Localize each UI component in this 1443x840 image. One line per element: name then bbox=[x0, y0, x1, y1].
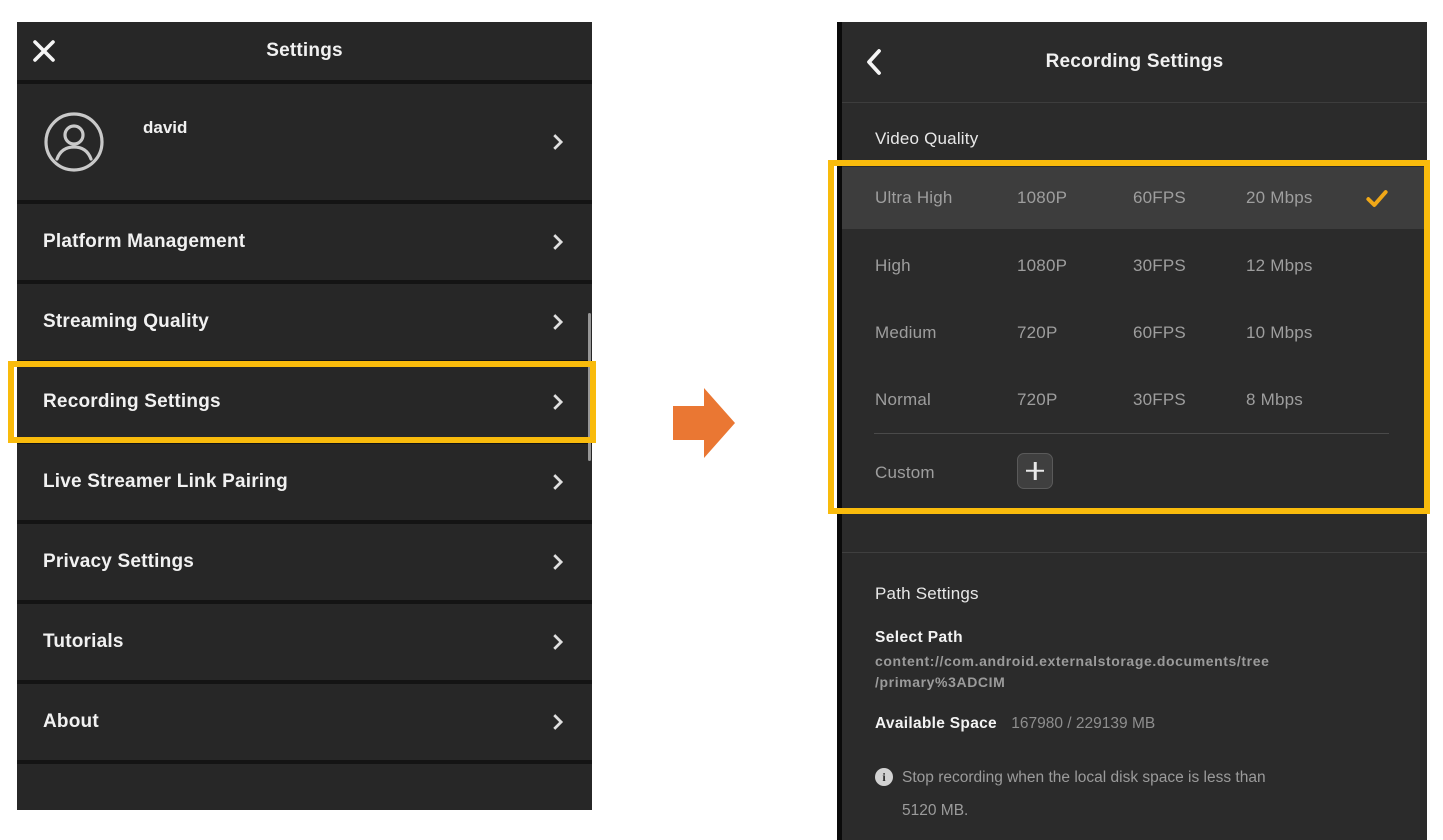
chevron-right-icon bbox=[546, 471, 568, 493]
recording-settings-title: Recording Settings bbox=[842, 51, 1427, 73]
quality-bitrate: 20 Mbps bbox=[1246, 188, 1364, 208]
chevron-right-icon bbox=[546, 551, 568, 573]
menu-label: Privacy Settings bbox=[43, 551, 194, 573]
sidebar-item-about[interactable]: About bbox=[17, 684, 592, 760]
quality-fps: 30FPS bbox=[1133, 390, 1246, 410]
quality-bitrate: 10 Mbps bbox=[1246, 323, 1364, 343]
page: Settings david Platform Management bbox=[0, 0, 1443, 840]
scrollbar-thumb[interactable] bbox=[588, 313, 591, 461]
back-chevron-icon bbox=[862, 48, 886, 76]
close-icon bbox=[31, 38, 57, 64]
quality-name: Normal bbox=[875, 390, 1017, 410]
selected-path-value: content://com.android.externalstorage.do… bbox=[875, 651, 1427, 693]
close-button[interactable] bbox=[17, 22, 71, 80]
user-name: david bbox=[143, 118, 187, 138]
menu-label: About bbox=[43, 711, 99, 733]
user-avatar-icon bbox=[43, 111, 105, 173]
recording-settings-panel: Recording Settings Video Quality Ultra H… bbox=[837, 22, 1427, 840]
quality-name: High bbox=[875, 256, 1017, 276]
sidebar-item-recording-settings[interactable]: Recording Settings bbox=[17, 364, 592, 440]
select-path-label: Select Path bbox=[875, 629, 1427, 647]
path-line-1: content://com.android.externalstorage.do… bbox=[875, 651, 1407, 672]
quality-row-normal[interactable]: Normal 720P 30FPS 8 Mbps bbox=[842, 366, 1427, 433]
quality-fps: 60FPS bbox=[1133, 323, 1246, 343]
chevron-right-icon bbox=[546, 391, 568, 413]
back-button[interactable] bbox=[842, 22, 906, 102]
user-account-row[interactable]: david bbox=[17, 84, 592, 200]
available-space-label: Available Space bbox=[875, 715, 997, 732]
settings-header: Settings bbox=[17, 22, 592, 80]
chevron-right-icon bbox=[546, 711, 568, 733]
path-line-2: /primary%3ADCIM bbox=[875, 672, 1407, 693]
available-space-row: Available Space 167980 / 229139 MB bbox=[875, 715, 1427, 733]
menu-label: Tutorials bbox=[43, 631, 124, 653]
video-quality-table: Ultra High 1080P 60FPS 20 Mbps High 1080… bbox=[842, 167, 1427, 513]
menu-label: Recording Settings bbox=[43, 391, 221, 413]
quality-name: Custom bbox=[875, 463, 1017, 483]
quality-name: Medium bbox=[875, 323, 1017, 343]
quality-resolution: 720P bbox=[1017, 323, 1133, 343]
selected-check-icon bbox=[1364, 185, 1390, 211]
add-custom-quality-button[interactable] bbox=[1017, 453, 1053, 489]
video-quality-section-label: Video Quality bbox=[875, 129, 1427, 151]
path-settings-section-label: Path Settings bbox=[875, 584, 1427, 606]
recording-settings-header: Recording Settings bbox=[842, 22, 1427, 103]
menu-label: Platform Management bbox=[43, 231, 245, 253]
note-line-2: 5120 MB. bbox=[902, 802, 968, 819]
quality-resolution: 720P bbox=[1017, 390, 1133, 410]
quality-fps: 60FPS bbox=[1133, 188, 1246, 208]
sidebar-item-streaming-quality[interactable]: Streaming Quality bbox=[17, 284, 592, 360]
chevron-right-icon bbox=[546, 311, 568, 333]
sidebar-item-live-streamer-link-pairing[interactable]: Live Streamer Link Pairing bbox=[17, 444, 592, 520]
sidebar-item-platform-management[interactable]: Platform Management bbox=[17, 204, 592, 280]
select-path-row[interactable]: Select Path content://com.android.extern… bbox=[875, 629, 1427, 693]
quality-row-high[interactable]: High 1080P 30FPS 12 Mbps bbox=[842, 232, 1427, 299]
settings-title: Settings bbox=[17, 40, 592, 62]
sidebar-item-privacy-settings[interactable]: Privacy Settings bbox=[17, 524, 592, 600]
chevron-right-icon bbox=[546, 631, 568, 653]
menu-label: Live Streamer Link Pairing bbox=[43, 471, 288, 493]
chevron-right-icon bbox=[546, 231, 568, 253]
quality-resolution: 1080P bbox=[1017, 188, 1133, 208]
available-space-value: 167980 / 229139 MB bbox=[1011, 715, 1155, 732]
quality-bitrate: 8 Mbps bbox=[1246, 390, 1364, 410]
transition-arrow-icon bbox=[671, 387, 737, 461]
quality-row-medium[interactable]: Medium 720P 60FPS 10 Mbps bbox=[842, 299, 1427, 366]
chevron-right-icon bbox=[546, 131, 568, 153]
quality-row-custom: Custom bbox=[842, 433, 1427, 513]
quality-resolution: 1080P bbox=[1017, 256, 1133, 276]
quality-row-ultra-high[interactable]: Ultra High 1080P 60FPS 20 Mbps bbox=[842, 167, 1427, 229]
info-icon: i bbox=[875, 768, 893, 786]
disk-space-note: i Stop recording when the local disk spa… bbox=[875, 761, 1407, 827]
section-divider bbox=[842, 552, 1427, 553]
quality-bitrate: 12 Mbps bbox=[1246, 256, 1364, 276]
quality-fps: 30FPS bbox=[1133, 256, 1246, 276]
sidebar-item-tutorials[interactable]: Tutorials bbox=[17, 604, 592, 680]
settings-panel: Settings david Platform Management bbox=[17, 22, 592, 810]
menu-label: Streaming Quality bbox=[43, 311, 209, 333]
quality-name: Ultra High bbox=[875, 188, 1017, 208]
note-line-1: Stop recording when the local disk space… bbox=[902, 769, 1266, 786]
settings-footer-strip bbox=[17, 764, 592, 810]
